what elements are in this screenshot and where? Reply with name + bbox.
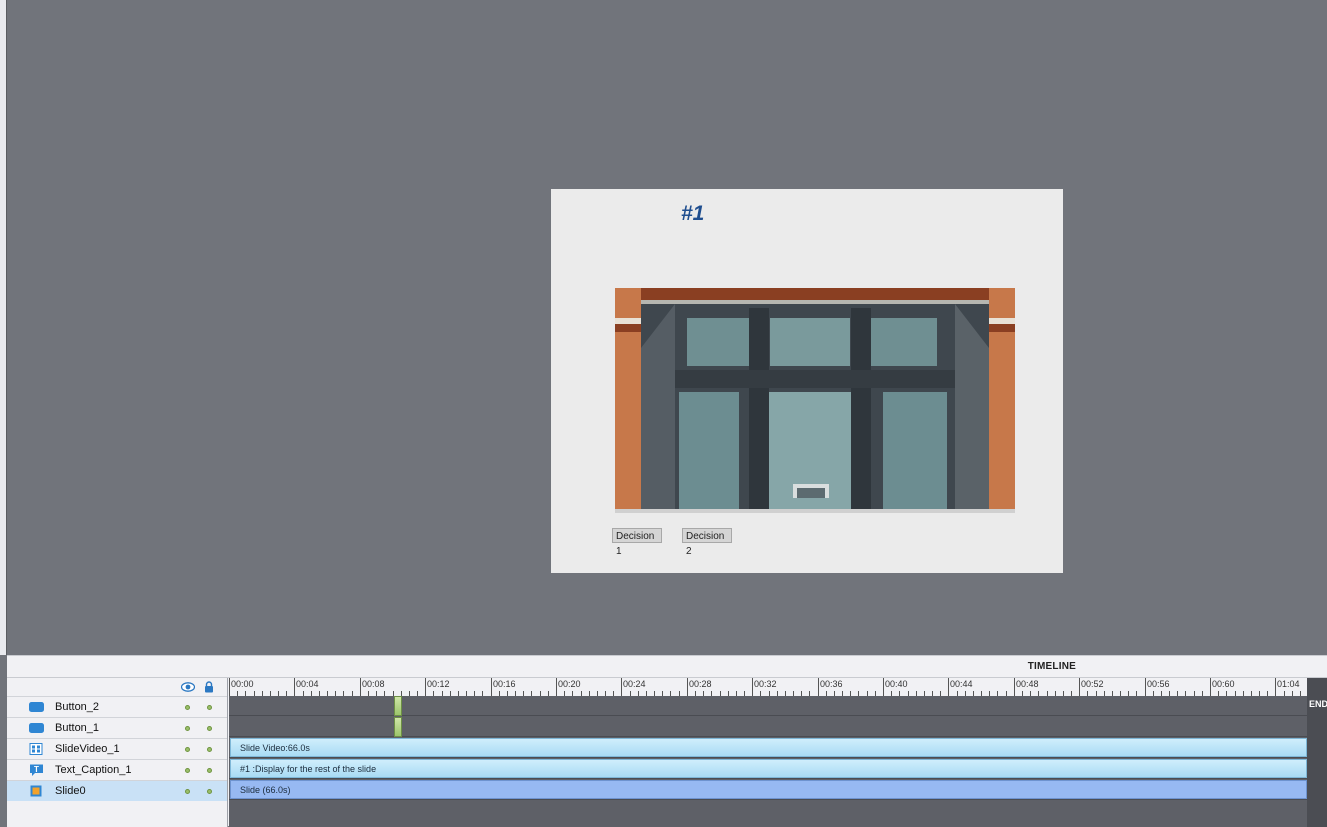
timeline-title: TIMELINE	[1027, 661, 1076, 672]
ruler-tick-label: 00:28	[689, 679, 712, 689]
lock-dot[interactable]	[207, 726, 212, 731]
layer-row-text-caption-1[interactable]: T Text_Caption_1	[7, 759, 227, 780]
layer-row-slide0[interactable]: Slide0	[7, 780, 227, 801]
layer-name: Button_1	[55, 722, 100, 734]
slide-video-bar[interactable]: Slide Video:66.0s	[230, 738, 1307, 757]
timeline-tracks[interactable]: 00:00 00:04 00:08 00:12 00:16 00:20 00:24 00:28…	[229, 678, 1327, 827]
visibility-dot[interactable]	[185, 747, 190, 752]
lock-dot[interactable]	[207, 789, 212, 794]
visibility-dot[interactable]	[185, 768, 190, 773]
svg-text:T: T	[34, 765, 39, 774]
timeline-panel: TIMELINE Button_2 Button_1 SlideVideo_1 …	[7, 655, 1327, 827]
ruler-tick-label: 00:52	[1081, 679, 1104, 689]
ruler-tick-label: 00:48	[1016, 679, 1039, 689]
layer-row-button-2[interactable]: Button_2	[7, 696, 227, 717]
text-caption-icon: T	[30, 764, 43, 776]
stage-canvas: #1 Decision 1 Decision 2	[7, 0, 1327, 655]
slide-bar[interactable]: Slide (66.0s)	[230, 780, 1307, 799]
playhead-marker[interactable]	[394, 717, 402, 737]
lock-dot[interactable]	[207, 747, 212, 752]
eye-icon[interactable]	[181, 682, 195, 692]
layer-row-button-1[interactable]: Button_1	[7, 717, 227, 738]
playhead-marker[interactable]	[394, 696, 402, 716]
layer-name: Button_2	[55, 701, 100, 713]
visibility-dot[interactable]	[185, 789, 190, 794]
button-icon	[29, 702, 44, 712]
layer-list: Button_2 Button_1 SlideVideo_1 T Text_Ca…	[7, 678, 228, 827]
ruler-tick-label: 00:44	[950, 679, 973, 689]
slide-video[interactable]	[615, 288, 1015, 513]
visibility-dot[interactable]	[185, 726, 190, 731]
track-slide0[interactable]: Slide (66.0s)	[229, 780, 1307, 800]
layer-name: SlideVideo_1	[55, 743, 120, 755]
button-icon	[29, 723, 44, 733]
layer-name: Slide0	[55, 785, 86, 797]
ruler-tick-label: 00:32	[754, 679, 777, 689]
timeline-end-column: END	[1307, 678, 1327, 827]
layer-name: Text_Caption_1	[55, 764, 132, 776]
left-panel-edge	[0, 0, 7, 655]
ruler-tick-label: 00:04	[296, 679, 319, 689]
slide-icon	[30, 785, 42, 797]
ruler-tick-label: 00:00	[231, 679, 254, 689]
ruler-tick-label: 00:12	[427, 679, 450, 689]
end-label: END	[1309, 699, 1327, 709]
building-video-frame	[615, 288, 1015, 513]
video-icon	[29, 743, 43, 755]
decision-2-button[interactable]: Decision 2	[682, 528, 732, 557]
track-slidevideo-1[interactable]: Slide Video:66.0s	[229, 738, 1307, 758]
lock-icon[interactable]	[204, 681, 214, 693]
text-caption[interactable]: #1	[681, 202, 704, 226]
ruler-tick-label: 01:04	[1277, 679, 1300, 689]
layer-list-header	[7, 678, 227, 696]
text-caption-bar[interactable]: #1 :Display for the rest of the slide	[230, 759, 1307, 778]
ruler-tick-label: 00:40	[885, 679, 908, 689]
visibility-dot[interactable]	[185, 705, 190, 710]
layer-row-slidevideo-1[interactable]: SlideVideo_1	[7, 738, 227, 759]
track-button-2[interactable]	[229, 696, 1307, 716]
slide-canvas[interactable]: #1 Decision 1 Decision 2	[551, 189, 1063, 573]
lock-dot[interactable]	[207, 768, 212, 773]
ruler-tick-label: 00:60	[1212, 679, 1235, 689]
ruler-tick-label: 00:16	[493, 679, 516, 689]
ruler-tick-label: 00:36	[820, 679, 843, 689]
lock-dot[interactable]	[207, 705, 212, 710]
track-button-1[interactable]	[229, 717, 1307, 737]
track-text-caption-1[interactable]: #1 :Display for the rest of the slide	[229, 759, 1307, 779]
ruler-tick-label: 00:56	[1147, 679, 1170, 689]
ruler-tick-label: 00:24	[623, 679, 646, 689]
ruler-tick-label: 00:20	[558, 679, 581, 689]
decision-1-button[interactable]: Decision 1	[612, 528, 662, 557]
timeline-ruler[interactable]: 00:00 00:04 00:08 00:12 00:16 00:20 00:24 00:28…	[229, 678, 1327, 696]
ruler-tick-label: 00:08	[362, 679, 385, 689]
